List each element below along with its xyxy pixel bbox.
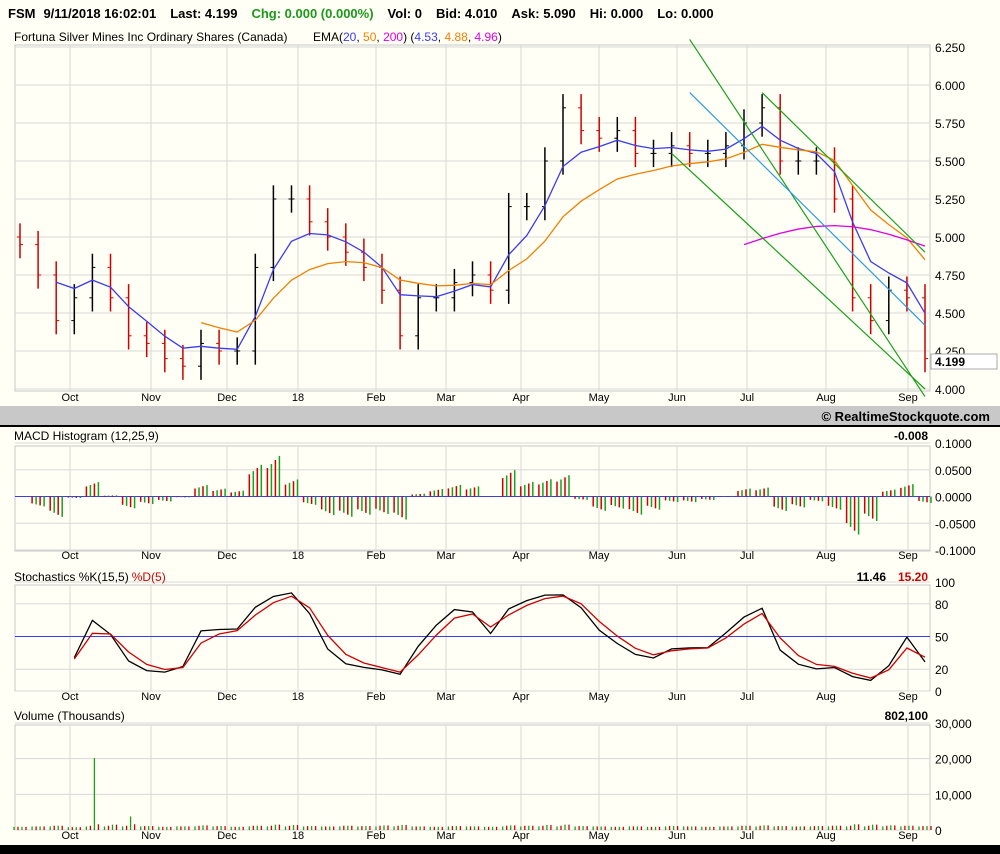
- y-tick-label: 30,000: [935, 717, 972, 731]
- x-tick-label: Feb: [367, 691, 386, 703]
- x-tick-label: Oct: [61, 392, 78, 404]
- ema-legend: EMA(20, 50, 200) (4.53, 4.88, 4.96): [313, 30, 502, 44]
- x-tick-label: 18: [292, 392, 304, 404]
- y-tick-label: 0.1000: [935, 437, 972, 451]
- x-tick-label: Dec: [217, 392, 237, 404]
- trendline: [689, 92, 926, 326]
- x-tick-label: Jul: [740, 691, 754, 703]
- y-tick-label: 4.000: [935, 383, 965, 397]
- x-tick-label: Feb: [367, 392, 386, 404]
- y-tick-label: 50: [935, 631, 949, 645]
- x-tick-label: Mar: [437, 392, 456, 404]
- y-tick-label: -0.0500: [935, 517, 976, 531]
- x-tick-label: Jul: [740, 550, 754, 562]
- y-tick-label: 4.500: [935, 307, 965, 321]
- x-tick-label: Mar: [437, 830, 456, 842]
- x-tick-label: Jun: [668, 550, 686, 562]
- y-tick-label: 5.750: [935, 117, 965, 131]
- x-tick-label: Jul: [740, 830, 754, 842]
- stoch-d-line: [73, 595, 926, 679]
- y-tick-label: 5.000: [935, 231, 965, 245]
- x-tick-label: Jun: [668, 691, 686, 703]
- y-tick-label: 6.000: [935, 79, 965, 93]
- x-tick-label: Sep: [898, 392, 918, 404]
- y-tick-label: 0.0000: [935, 491, 972, 505]
- x-tick-label: Apr: [512, 392, 529, 404]
- x-tick-label: Mar: [437, 550, 456, 562]
- plot-frame: [14, 724, 931, 831]
- x-tick-label: Apr: [512, 550, 529, 562]
- x-tick-label: Dec: [217, 691, 237, 703]
- x-tick-label: Nov: [141, 691, 161, 703]
- x-tick-label: Apr: [512, 830, 529, 842]
- x-tick-label: Oct: [61, 550, 78, 562]
- last-price-box: 4.199: [930, 353, 998, 370]
- trendline: [761, 92, 926, 253]
- price-title: Fortuna Silver Mines Inc Ordinary Shares…: [14, 30, 287, 44]
- ema-20-line: [55, 125, 926, 350]
- x-tick-label: Aug: [816, 691, 836, 703]
- bottom-bar: [0, 845, 1000, 854]
- x-tick-label: Feb: [367, 830, 386, 842]
- x-tick-label: Nov: [141, 830, 161, 842]
- y-tick-label: -0.1000: [935, 544, 976, 558]
- x-tick-label: Dec: [217, 830, 237, 842]
- volume-last: 802,100: [885, 709, 929, 723]
- x-tick-label: Jun: [668, 830, 686, 842]
- plot-frame: [14, 44, 931, 392]
- x-tick-label: Feb: [367, 550, 386, 562]
- x-tick-label: Aug: [816, 550, 836, 562]
- x-tick-label: Jul: [740, 392, 754, 404]
- stoch-k-value: 11.46: [857, 570, 887, 584]
- x-tick-label: May: [589, 550, 610, 562]
- x-tick-label: Oct: [61, 691, 78, 703]
- x-tick-label: Mar: [437, 691, 456, 703]
- x-tick-label: Jun: [668, 392, 686, 404]
- y-tick-label: 10,000: [935, 788, 972, 802]
- x-tick-label: Sep: [898, 830, 918, 842]
- y-tick-label: 5.500: [935, 155, 965, 169]
- y-tick-label: 6.250: [935, 41, 965, 55]
- x-tick-label: 18: [292, 830, 304, 842]
- y-tick-label: 100: [935, 576, 955, 590]
- y-tick-label: 20: [935, 663, 949, 677]
- y-tick-label: 5.250: [935, 193, 965, 207]
- x-tick-label: May: [589, 691, 610, 703]
- copyright: © RealtimeStockquote.com: [821, 409, 990, 424]
- plot-frame: [14, 584, 931, 692]
- stoch-d-value: 15.20: [898, 570, 928, 584]
- x-tick-label: Aug: [816, 392, 836, 404]
- stoch-title: Stochastics %K(15,5) %D(5): [14, 570, 166, 584]
- y-tick-label: 20,000: [935, 753, 972, 767]
- x-tick-label: Nov: [141, 550, 161, 562]
- y-tick-label: 0: [935, 685, 942, 699]
- x-tick-label: May: [589, 392, 610, 404]
- y-tick-label: 80: [935, 598, 949, 612]
- x-tick-label: May: [589, 830, 610, 842]
- volume-title: Volume (Thousands): [14, 709, 125, 723]
- macd-last: -0.008: [894, 429, 928, 443]
- x-tick-label: Sep: [898, 550, 918, 562]
- x-tick-label: Sep: [898, 691, 918, 703]
- x-tick-label: Nov: [141, 392, 161, 404]
- x-tick-label: Apr: [512, 691, 529, 703]
- x-tick-label: Oct: [61, 830, 78, 842]
- stock-chart: © RealtimeStockquote.com Oct Nov Dec 18 Feb M…: [0, 30, 1000, 854]
- x-tick-label: 18: [292, 691, 304, 703]
- y-tick-label: 4.750: [935, 269, 965, 283]
- x-tick-label: 18: [292, 550, 304, 562]
- x-tick-label: Aug: [816, 830, 836, 842]
- x-tick-label: Dec: [217, 550, 237, 562]
- macd-title: MACD Histogram (12,25,9): [14, 429, 159, 443]
- y-tick-label: 0.0500: [935, 464, 972, 478]
- svg-text:4.199: 4.199: [935, 355, 965, 369]
- y-tick-label: 0: [935, 824, 942, 838]
